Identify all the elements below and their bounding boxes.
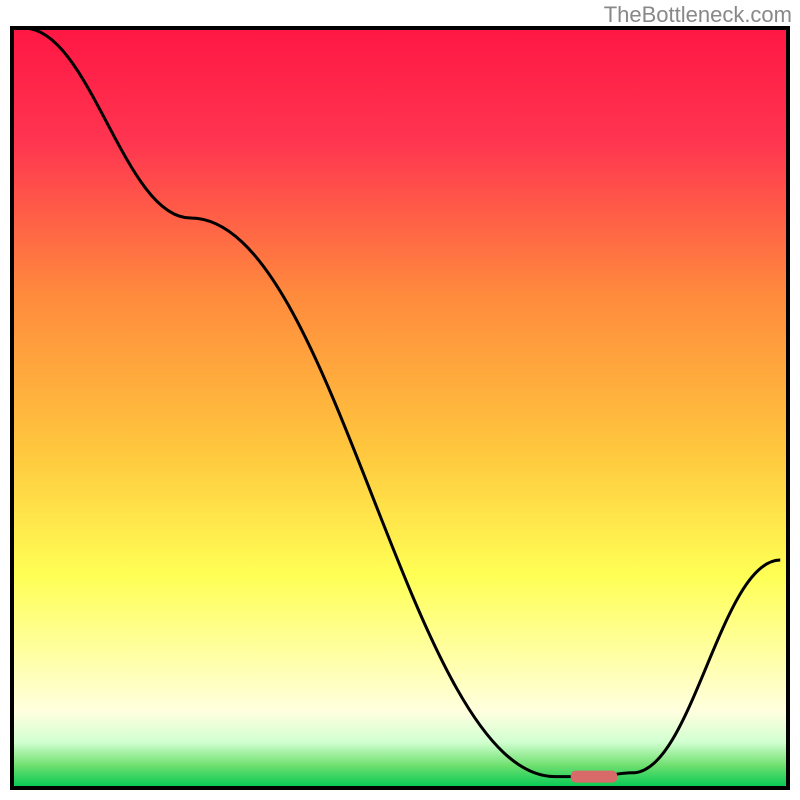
watermark-text: TheBottleneck.com bbox=[604, 2, 792, 28]
optimal-marker bbox=[571, 771, 618, 783]
bottleneck-chart: TheBottleneck.com bbox=[0, 0, 800, 800]
plot-background bbox=[12, 28, 788, 788]
chart-svg bbox=[0, 0, 800, 800]
